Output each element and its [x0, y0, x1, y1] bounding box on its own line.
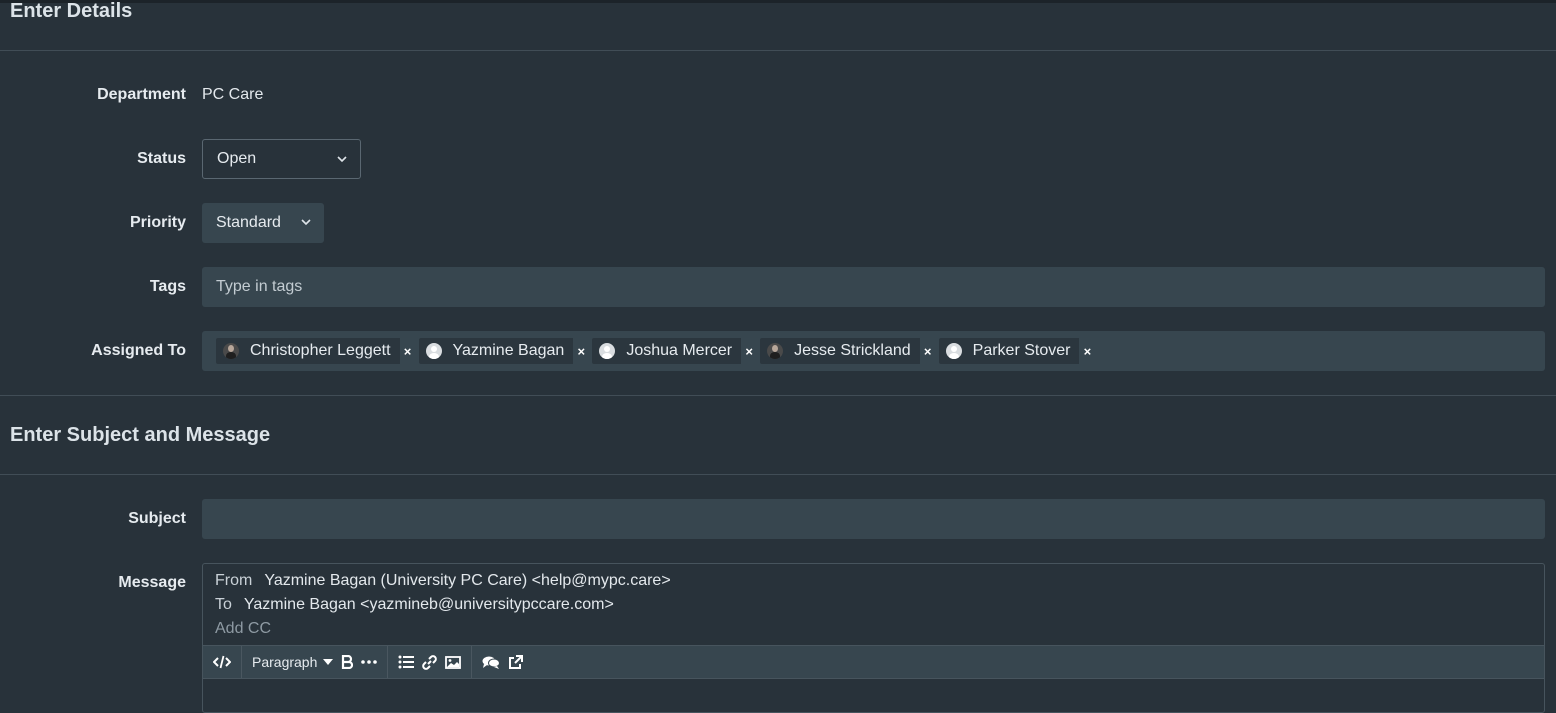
more-icon — [361, 660, 378, 664]
external-link-icon — [509, 654, 524, 669]
link-icon — [422, 654, 438, 670]
paragraph-dropdown[interactable]: Paragraph — [248, 646, 337, 678]
toolbar-group-extra — [472, 646, 533, 678]
assigned-to-field[interactable]: Christopher Leggett × Yazmine Bagan × Jo… — [202, 331, 1545, 371]
assignee-chip: Parker Stover × — [938, 338, 1096, 364]
bold-button[interactable] — [337, 646, 357, 678]
remove-icon[interactable]: × — [573, 338, 590, 364]
chevron-down-icon — [301, 219, 311, 226]
avatar — [223, 343, 239, 359]
code-view-button[interactable] — [209, 646, 235, 678]
from-label: From — [215, 572, 253, 589]
caret-down-icon — [323, 659, 334, 665]
toolbar-group-insert — [388, 646, 473, 678]
toolbar-group-code — [203, 646, 242, 678]
remove-icon[interactable]: × — [399, 338, 416, 364]
comments-button[interactable] — [478, 646, 504, 678]
divider — [0, 395, 1556, 396]
section-title-subject-message: Enter Subject and Message — [10, 424, 271, 446]
subject-input[interactable] — [202, 499, 1545, 539]
department-value: PC Care — [202, 86, 264, 103]
assignee-name: Jesse Strickland — [794, 342, 911, 359]
bold-icon — [342, 655, 354, 669]
bullet-list-button[interactable] — [394, 646, 418, 678]
tags-field — [202, 267, 1545, 307]
from-line: From Yazmine Bagan (University PC Care) <… — [215, 572, 671, 590]
assignee-name: Yazmine Bagan — [452, 342, 565, 359]
status-select-value: Open — [217, 150, 257, 167]
chevron-down-icon — [337, 156, 347, 163]
message-editor: From Yazmine Bagan (University PC Care) <… — [202, 563, 1545, 713]
add-cc-link[interactable]: Add CC — [215, 620, 271, 638]
message-label: Message — [118, 574, 186, 591]
image-icon — [445, 655, 462, 669]
remove-icon[interactable]: × — [1079, 338, 1096, 364]
remove-icon[interactable]: × — [919, 338, 936, 364]
assignee-name: Joshua Mercer — [626, 342, 733, 359]
avatar — [425, 343, 442, 359]
divider — [0, 474, 1556, 475]
comments-icon — [482, 656, 501, 669]
assignee-name: Christopher Leggett — [250, 342, 391, 359]
bullet-list-icon — [398, 655, 415, 669]
external-link-button[interactable] — [504, 646, 527, 678]
priority-select-value: Standard — [216, 214, 281, 231]
status-select[interactable]: Open — [202, 139, 361, 179]
assignee-name: Parker Stover — [972, 342, 1071, 359]
image-button[interactable] — [441, 646, 465, 678]
more-button[interactable] — [357, 646, 381, 678]
remove-icon[interactable]: × — [741, 338, 758, 364]
section-title-details: Enter Details — [10, 0, 133, 22]
avatar — [767, 343, 784, 359]
avatar — [599, 343, 616, 359]
avatar — [945, 343, 962, 359]
tags-label: Tags — [149, 278, 186, 295]
from-value: Yazmine Bagan (University PC Care) <help… — [264, 572, 671, 589]
toolbar-group-format: Paragraph — [242, 646, 389, 678]
top-border — [0, 0, 1556, 3]
editor-toolbar: Paragraph — [203, 645, 1544, 679]
to-line: To Yazmine Bagan <yazmineb@universitypcca… — [215, 596, 614, 614]
subject-label: Subject — [128, 510, 186, 527]
assigned-to-label: Assigned To — [91, 342, 186, 359]
department-label: Department — [97, 86, 186, 103]
assignee-chip: Joshua Mercer × — [592, 338, 758, 364]
paragraph-dropdown-label: Paragraph — [252, 654, 318, 670]
link-button[interactable] — [418, 646, 441, 678]
to-value: Yazmine Bagan <yazmineb@universitypccare… — [243, 596, 614, 613]
assignee-chip: Jesse Strickland × — [760, 338, 936, 364]
assignee-chips: Christopher Leggett × Yazmine Bagan × Jo… — [202, 331, 1545, 371]
status-label: Status — [137, 150, 186, 167]
to-label: To — [215, 596, 232, 613]
divider — [0, 50, 1556, 51]
assignee-chip: Yazmine Bagan × — [418, 338, 590, 364]
priority-label: Priority — [129, 214, 186, 231]
priority-select[interactable]: Standard — [202, 203, 324, 243]
tags-input[interactable] — [202, 267, 1545, 307]
assignee-chip: Christopher Leggett × — [216, 338, 416, 364]
subject-field — [202, 499, 1545, 539]
code-icon — [213, 655, 231, 669]
